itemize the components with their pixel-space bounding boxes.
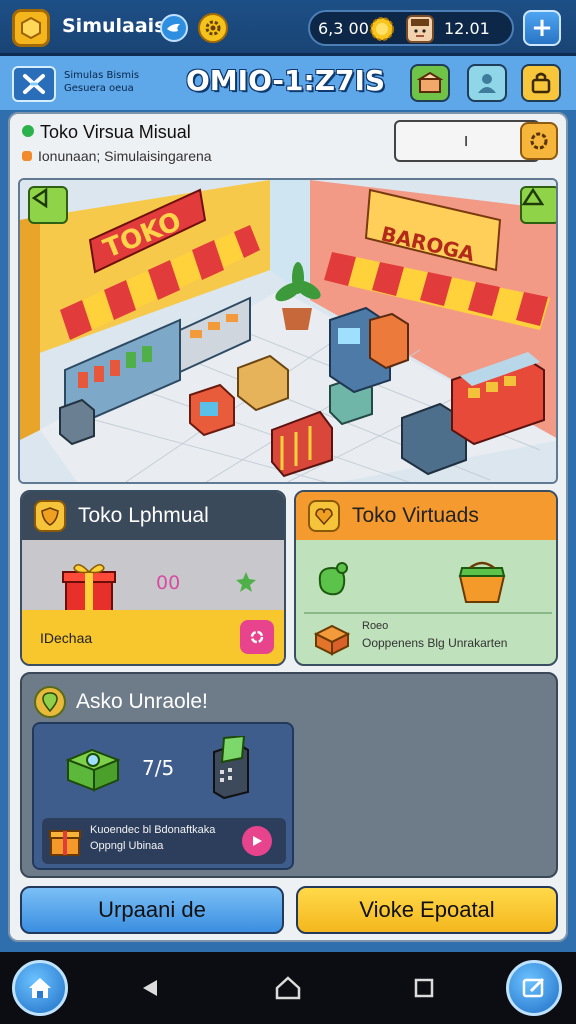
gear-icon[interactable] [198,13,228,43]
back-icon[interactable] [136,974,164,1002]
home-icon[interactable] [12,960,68,1016]
add-currency-button[interactable]: + [523,10,561,46]
gift-icon [62,564,116,613]
treasure-chest-icon [65,748,121,792]
gem-balance: 12.01 [444,19,490,38]
upgrade-button[interactable]: Urpaani de [20,886,284,934]
upgrade-card[interactable]: 7/5 Kuoendec bl Bdonaftkaka Oppngl Ubina… [32,722,294,870]
card-left-footer: IDechaa [22,610,284,664]
card-right-header: Toko Virtuads [296,492,556,540]
upgrade-title: Asko Unraole! [76,690,208,713]
gift-box-icon [49,830,81,856]
location-pin-icon [34,686,66,718]
main-panel: Toko Virsua Misual Ionunaan; Simulaising… [8,112,568,942]
creature-icon [318,562,348,596]
shop-subtitle: Ionunaan; Simulaisingarena [22,148,212,164]
upgrade-row-desc: Oppngl Ubinaa [90,840,164,852]
avatar-icon [406,15,434,43]
shop-card-left[interactable]: Toko Lphmual 00 IDechaa [20,490,286,666]
special-offer-button[interactable]: Vioke Epoatal [296,886,558,934]
coin-balance: 6,3 00 [318,19,369,38]
home-outline-icon[interactable] [274,974,302,1002]
scene-right-arrow-icon[interactable] [520,186,556,224]
header-subtitle: Simulas Bismis Gesuera oeua [64,69,139,95]
shop-scene[interactable]: TOKO BAROGA [18,178,558,484]
card-right-footer: Roeo Ooppenens Blg Unrakarten [304,612,552,662]
shop-scene-illustration: TOKO BAROGA [20,180,556,482]
shop-card-right[interactable]: Toko Virtuads Roeo Ooppenens Blg Unrakar… [294,490,558,666]
crate-icon [313,624,351,656]
recent-apps-icon[interactable] [410,974,438,1002]
counter-input[interactable]: I [394,120,540,162]
shop-title-text: Toko Virsua Misual [40,122,191,142]
currency-display: 6,3 00 12.01 [308,10,514,46]
heart-shield-icon [308,500,340,532]
header-bar: Simulas Bismis Gesuera oeua OMIO-1:Z7IS [0,56,576,110]
shop-bag-icon[interactable] [521,64,561,102]
app-logo-icon[interactable] [12,9,50,47]
refresh-gear-icon[interactable] [520,122,558,160]
scene-left-arrow-icon[interactable] [28,186,68,224]
header-subtitle-line2: Gesuera oeua [64,83,134,94]
header-subtitle-line1: Simulas Bismis [64,70,140,81]
upgrade-row: Kuoendec bl Bdonaftkaka Oppngl Ubinaa [42,818,286,864]
sparkle-icon [236,572,256,592]
cycle-icon [250,630,264,644]
basket-icon [458,561,506,603]
shield-icon [34,500,66,532]
bottom-navigation [0,952,576,1024]
card-left-action-button[interactable] [240,620,274,654]
tag-icon [22,151,32,161]
card-left-footer-label: IDechaa [40,630,93,646]
top-status-bar: Simulaais 6,3 00 12.01 + [0,0,576,56]
header-code: OMIO-1:Z7IS [186,64,386,97]
upgrade-play-button[interactable] [242,826,272,856]
app-name: Simulaais [62,15,166,37]
card-right-title: Toko Virtuads [352,504,479,527]
card-left-count: 00 [156,572,181,594]
card-left-title: Toko Lphmual [78,504,209,527]
inventory-box-icon[interactable] [410,64,450,102]
upgrade-ratio: 7/5 [142,756,175,780]
card-right-footer-desc: Ooppenens Blg Unrakarten [362,636,508,650]
card-left-header: Toko Lphmual [22,492,284,540]
upgrade-section: Asko Unraole! 7/5 Kuoendec bl Bdonaftkak… [20,672,558,878]
shop-title: Toko Virsua Misual [22,122,191,143]
bird-icon[interactable] [160,14,188,42]
card-right-footer-title: Roeo [362,620,389,632]
sun-coin-icon [370,17,394,41]
status-dot-icon [22,125,34,137]
menu-icon[interactable] [12,66,56,102]
upgrade-header: Asko Unraole! [34,682,208,722]
play-icon [253,836,262,846]
shop-subtitle-text: Ionunaan; Simulaisingarena [38,148,212,164]
upgrade-row-title: Kuoendec bl Bdonaftkaka [90,824,216,836]
profile-icon[interactable] [467,64,507,102]
arcade-machine-icon [213,736,249,800]
edit-icon[interactable] [506,960,562,1016]
